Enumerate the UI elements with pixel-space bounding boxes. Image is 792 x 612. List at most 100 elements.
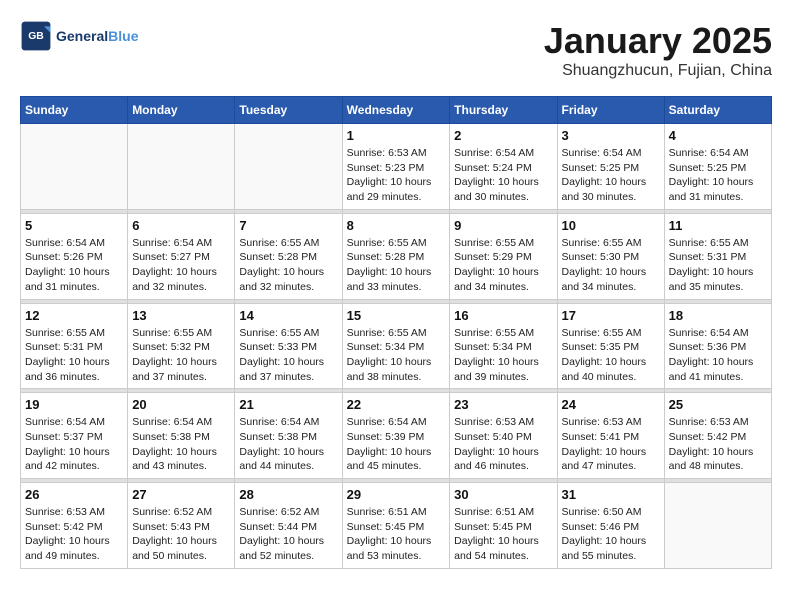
calendar-cell: 10 Sunrise: 6:55 AM Sunset: 5:30 PM Dayli… — [557, 213, 664, 299]
day-number: 27 — [132, 487, 230, 502]
day-info: Sunrise: 6:52 AM Sunset: 5:44 PM Dayligh… — [239, 505, 337, 564]
logo-text: GeneralBlue — [56, 28, 138, 44]
day-number: 10 — [562, 218, 660, 233]
day-number: 9 — [454, 218, 552, 233]
day-info: Sunrise: 6:52 AM Sunset: 5:43 PM Dayligh… — [132, 505, 230, 564]
day-number: 19 — [25, 397, 123, 412]
week-row-3: 12 Sunrise: 6:55 AM Sunset: 5:31 PM Dayli… — [21, 303, 772, 389]
week-row-2: 5Sunrise: 6:54 AM Sunset: 5:26 PM Daylig… — [21, 213, 772, 299]
day-info: Sunrise: 6:55 AM Sunset: 5:29 PM Dayligh… — [454, 236, 552, 295]
weekday-header-row: SundayMondayTuesdayWednesdayThursdayFrid… — [21, 97, 772, 124]
day-number: 11 — [669, 218, 767, 233]
calendar-cell: 30Sunrise: 6:51 AM Sunset: 5:45 PM Dayli… — [450, 483, 557, 569]
day-info: Sunrise: 6:54 AM Sunset: 5:26 PM Dayligh… — [25, 236, 123, 295]
day-number: 2 — [454, 128, 552, 143]
weekday-header-sunday: Sunday — [21, 97, 128, 124]
calendar-cell: 12 Sunrise: 6:55 AM Sunset: 5:31 PM Dayli… — [21, 303, 128, 389]
page-header: GB GeneralBlue January 2025 Shuangzhucun… — [20, 20, 772, 80]
day-number: 31 — [562, 487, 660, 502]
day-number: 23 — [454, 397, 552, 412]
location-subtitle: Shuangzhucun, Fujian, China — [544, 62, 772, 80]
calendar-cell: 26Sunrise: 6:53 AM Sunset: 5:42 PM Dayli… — [21, 483, 128, 569]
day-number: 4 — [669, 128, 767, 143]
calendar-cell: 15 Sunrise: 6:55 AM Sunset: 5:34 PM Dayli… — [342, 303, 450, 389]
calendar-cell: 28 Sunrise: 6:52 AM Sunset: 5:44 PM Dayli… — [235, 483, 342, 569]
day-number: 6 — [132, 218, 230, 233]
calendar-cell: 21 Sunrise: 6:54 AM Sunset: 5:38 PM Dayli… — [235, 393, 342, 479]
calendar-cell: 8Sunrise: 6:55 AM Sunset: 5:28 PM Daylig… — [342, 213, 450, 299]
calendar-cell — [21, 124, 128, 210]
calendar-cell: 5Sunrise: 6:54 AM Sunset: 5:26 PM Daylig… — [21, 213, 128, 299]
calendar-cell: 14 Sunrise: 6:55 AM Sunset: 5:33 PM Dayli… — [235, 303, 342, 389]
calendar-cell: 29 Sunrise: 6:51 AM Sunset: 5:45 PM Dayli… — [342, 483, 450, 569]
day-number: 22 — [347, 397, 446, 412]
day-info: Sunrise: 6:50 AM Sunset: 5:46 PM Dayligh… — [562, 505, 660, 564]
day-info: Sunrise: 6:51 AM Sunset: 5:45 PM Dayligh… — [347, 505, 446, 564]
day-number: 15 — [347, 308, 446, 323]
day-info: Sunrise: 6:55 AM Sunset: 5:33 PM Dayligh… — [239, 326, 337, 385]
day-info: Sunrise: 6:54 AM Sunset: 5:37 PM Dayligh… — [25, 415, 123, 474]
day-number: 20 — [132, 397, 230, 412]
calendar-cell: 6 Sunrise: 6:54 AM Sunset: 5:27 PM Daylig… — [128, 213, 235, 299]
day-info: Sunrise: 6:54 AM Sunset: 5:24 PM Dayligh… — [454, 146, 552, 205]
day-number: 29 — [347, 487, 446, 502]
day-info: Sunrise: 6:54 AM Sunset: 5:25 PM Dayligh… — [669, 146, 767, 205]
day-number: 14 — [239, 308, 337, 323]
calendar-cell: 24Sunrise: 6:53 AM Sunset: 5:41 PM Dayli… — [557, 393, 664, 479]
calendar-cell: 1 Sunrise: 6:53 AM Sunset: 5:23 PM Daylig… — [342, 124, 450, 210]
day-number: 25 — [669, 397, 767, 412]
svg-text:GB: GB — [28, 31, 44, 42]
day-info: Sunrise: 6:55 AM Sunset: 5:32 PM Dayligh… — [132, 326, 230, 385]
weekday-header-monday: Monday — [128, 97, 235, 124]
calendar-cell: 25 Sunrise: 6:53 AM Sunset: 5:42 PM Dayli… — [664, 393, 771, 479]
calendar-cell — [235, 124, 342, 210]
day-info: Sunrise: 6:54 AM Sunset: 5:36 PM Dayligh… — [669, 326, 767, 385]
calendar-cell: 18Sunrise: 6:54 AM Sunset: 5:36 PM Dayli… — [664, 303, 771, 389]
day-info: Sunrise: 6:55 AM Sunset: 5:35 PM Dayligh… — [562, 326, 660, 385]
day-info: Sunrise: 6:54 AM Sunset: 5:39 PM Dayligh… — [347, 415, 446, 474]
weekday-header-thursday: Thursday — [450, 97, 557, 124]
calendar-cell: 2 Sunrise: 6:54 AM Sunset: 5:24 PM Daylig… — [450, 124, 557, 210]
day-info: Sunrise: 6:55 AM Sunset: 5:31 PM Dayligh… — [25, 326, 123, 385]
calendar-cell: 11 Sunrise: 6:55 AM Sunset: 5:31 PM Dayli… — [664, 213, 771, 299]
day-info: Sunrise: 6:55 AM Sunset: 5:34 PM Dayligh… — [454, 326, 552, 385]
day-info: Sunrise: 6:55 AM Sunset: 5:34 PM Dayligh… — [347, 326, 446, 385]
day-info: Sunrise: 6:53 AM Sunset: 5:42 PM Dayligh… — [669, 415, 767, 474]
day-info: Sunrise: 6:54 AM Sunset: 5:27 PM Dayligh… — [132, 236, 230, 295]
day-number: 1 — [347, 128, 446, 143]
logo-icon: GB — [20, 20, 52, 52]
calendar-cell — [664, 483, 771, 569]
calendar-cell: 3 Sunrise: 6:54 AM Sunset: 5:25 PM Daylig… — [557, 124, 664, 210]
day-info: Sunrise: 6:53 AM Sunset: 5:40 PM Dayligh… — [454, 415, 552, 474]
day-info: Sunrise: 6:53 AM Sunset: 5:23 PM Dayligh… — [347, 146, 446, 205]
day-info: Sunrise: 6:54 AM Sunset: 5:38 PM Dayligh… — [239, 415, 337, 474]
day-info: Sunrise: 6:55 AM Sunset: 5:28 PM Dayligh… — [239, 236, 337, 295]
week-row-4: 19 Sunrise: 6:54 AM Sunset: 5:37 PM Dayli… — [21, 393, 772, 479]
day-number: 16 — [454, 308, 552, 323]
day-info: Sunrise: 6:55 AM Sunset: 5:31 PM Dayligh… — [669, 236, 767, 295]
title-block: January 2025 Shuangzhucun, Fujian, China — [544, 20, 772, 80]
day-info: Sunrise: 6:54 AM Sunset: 5:25 PM Dayligh… — [562, 146, 660, 205]
calendar-cell: 22 Sunrise: 6:54 AM Sunset: 5:39 PM Dayli… — [342, 393, 450, 479]
calendar-cell: 17 Sunrise: 6:55 AM Sunset: 5:35 PM Dayli… — [557, 303, 664, 389]
logo: GB GeneralBlue — [20, 20, 138, 52]
day-info: Sunrise: 6:55 AM Sunset: 5:30 PM Dayligh… — [562, 236, 660, 295]
day-number: 8 — [347, 218, 446, 233]
calendar-cell: 16 Sunrise: 6:55 AM Sunset: 5:34 PM Dayli… — [450, 303, 557, 389]
calendar-cell — [128, 124, 235, 210]
day-number: 12 — [25, 308, 123, 323]
calendar-cell: 13Sunrise: 6:55 AM Sunset: 5:32 PM Dayli… — [128, 303, 235, 389]
day-info: Sunrise: 6:54 AM Sunset: 5:38 PM Dayligh… — [132, 415, 230, 474]
month-title: January 2025 — [544, 20, 772, 62]
calendar-cell: 27 Sunrise: 6:52 AM Sunset: 5:43 PM Dayli… — [128, 483, 235, 569]
day-number: 17 — [562, 308, 660, 323]
weekday-header-wednesday: Wednesday — [342, 97, 450, 124]
day-number: 21 — [239, 397, 337, 412]
day-number: 3 — [562, 128, 660, 143]
calendar-cell: 9 Sunrise: 6:55 AM Sunset: 5:29 PM Daylig… — [450, 213, 557, 299]
day-number: 7 — [239, 218, 337, 233]
day-info: Sunrise: 6:53 AM Sunset: 5:42 PM Dayligh… — [25, 505, 123, 564]
day-number: 28 — [239, 487, 337, 502]
calendar-cell: 31 Sunrise: 6:50 AM Sunset: 5:46 PM Dayli… — [557, 483, 664, 569]
day-number: 24 — [562, 397, 660, 412]
